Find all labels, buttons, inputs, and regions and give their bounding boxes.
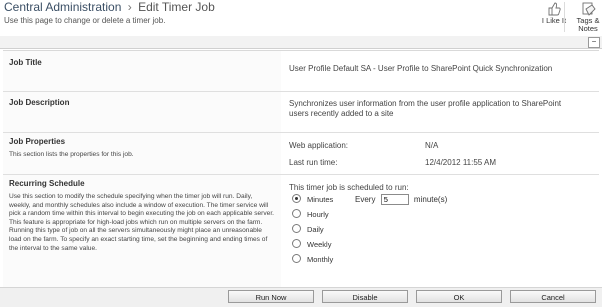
- radio-minutes[interactable]: Minutes: [292, 194, 333, 204]
- breadcrumb: Central Administration › Edit Timer Job: [4, 0, 215, 14]
- radio-minutes-label: Minutes: [307, 195, 334, 204]
- minutes-interval-input[interactable]: [380, 194, 409, 205]
- web-application-value: N/A: [425, 141, 439, 150]
- minutes-unit-label: minute(s): [413, 195, 448, 204]
- job-description-section: Job Description Synchronizes user inform…: [3, 92, 599, 133]
- page-title: Edit Timer Job: [138, 0, 215, 14]
- disable-button[interactable]: Disable: [322, 290, 408, 303]
- section-label-panel: Recurring Schedule Use this section to m…: [3, 175, 281, 287]
- web-application-label: Web application:: [289, 141, 348, 150]
- section-value-panel: User Profile Default SA - User Profile t…: [281, 51, 599, 91]
- ok-button[interactable]: OK: [416, 290, 502, 303]
- radio-button-selected[interactable]: [292, 194, 301, 203]
- radio-button[interactable]: [292, 254, 301, 263]
- cancel-button[interactable]: Cancel: [510, 290, 596, 303]
- tags-notes-button[interactable]: Tags & Notes: [570, 0, 602, 34]
- radio-hourly-label: Hourly: [307, 210, 329, 219]
- page-subtitle: Use this page to change or delete a time…: [4, 16, 166, 25]
- radio-monthly[interactable]: Monthly: [292, 254, 333, 264]
- radio-daily[interactable]: Daily: [292, 224, 324, 234]
- radio-monthly-label: Monthly: [307, 255, 334, 264]
- job-description-heading: Job Description: [9, 98, 70, 107]
- i-like-it-button[interactable]: I Like It: [536, 0, 572, 34]
- last-run-label: Last run time:: [289, 158, 338, 167]
- breadcrumb-separator: ›: [127, 0, 132, 14]
- breadcrumb-root-link[interactable]: Central Administration: [4, 0, 121, 14]
- thumbs-up-icon: [548, 2, 561, 16]
- i-like-it-label: I Like It: [541, 16, 567, 25]
- radio-button[interactable]: [292, 239, 301, 248]
- last-run-value: 12/4/2012 11:55 AM: [425, 158, 497, 167]
- radio-button[interactable]: [292, 209, 301, 218]
- job-properties-section: Job Properties This section lists the pr…: [3, 133, 599, 175]
- job-title-section: Job Title User Profile Default SA - User…: [3, 51, 599, 92]
- run-now-button[interactable]: Run Now: [228, 290, 314, 303]
- recurring-schedule-heading: Recurring Schedule: [9, 179, 85, 188]
- radio-weekly[interactable]: Weekly: [292, 239, 331, 249]
- tag-note-icon: [582, 2, 596, 16]
- job-properties-heading: Job Properties: [9, 137, 66, 146]
- every-interval-group: Every minute(s): [355, 194, 447, 205]
- section-value-panel: This timer job is scheduled to run:: [281, 175, 599, 287]
- section-label-panel: Job Description: [3, 92, 281, 132]
- scheduled-label: This timer job is scheduled to run:: [289, 183, 409, 192]
- job-description-value: Synchronizes user information from the u…: [289, 99, 562, 118]
- radio-daily-label: Daily: [307, 225, 324, 234]
- ribbon-divider: [564, 2, 565, 32]
- timer-job-form: Job Title User Profile Default SA - User…: [3, 50, 599, 287]
- section-label-panel: Job Title: [3, 51, 281, 91]
- every-label: Every: [355, 195, 376, 204]
- radio-hourly[interactable]: Hourly: [292, 209, 329, 219]
- recurring-schedule-description: Use this section to modify the schedule …: [9, 193, 274, 252]
- job-title-heading: Job Title: [9, 58, 42, 67]
- page-header: Central Administration › Edit Timer Job …: [0, 0, 602, 36]
- radio-button[interactable]: [292, 224, 301, 233]
- collapse-ribbon-button[interactable]: −: [588, 37, 600, 48]
- section-value-panel: Web application: N/A Last run time: 12/4…: [281, 133, 599, 174]
- job-properties-description: This section lists the properties for th…: [9, 151, 134, 158]
- job-title-value: User Profile Default SA - User Profile t…: [289, 64, 553, 73]
- section-label-panel: Job Properties This section lists the pr…: [3, 133, 281, 174]
- ribbon-strip: [0, 36, 602, 49]
- radio-weekly-label: Weekly: [307, 240, 332, 249]
- tags-notes-label-2: Notes: [578, 24, 598, 33]
- section-value-panel: Synchronizes user information from the u…: [281, 92, 599, 132]
